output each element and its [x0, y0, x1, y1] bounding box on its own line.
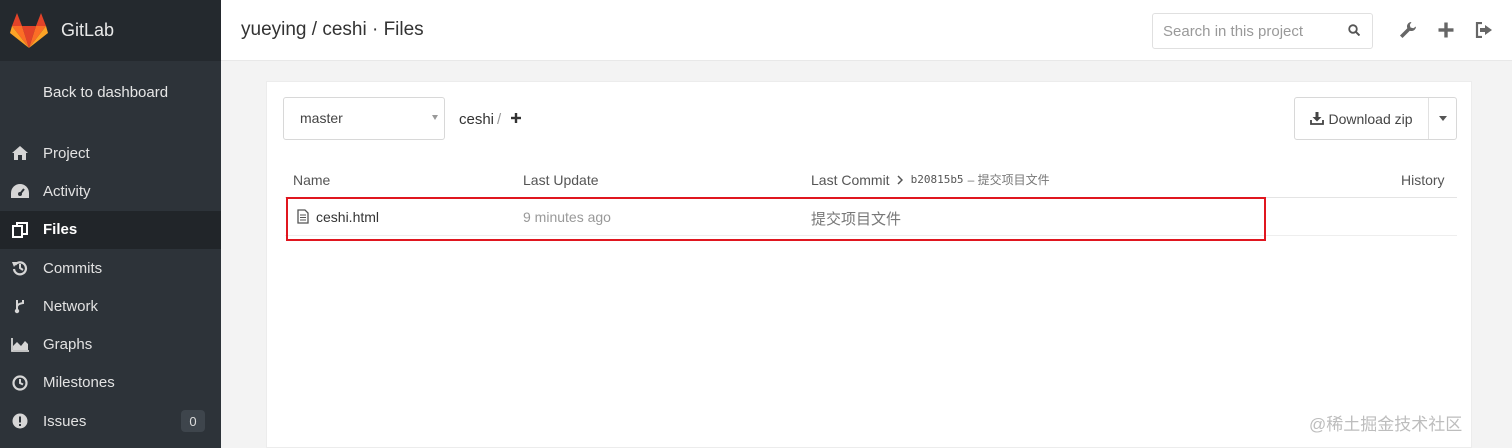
chevron-right-icon — [897, 174, 903, 185]
highlight-box — [286, 197, 1266, 241]
download-icon — [1310, 112, 1325, 125]
back-to-dashboard-link[interactable]: Back to dashboard — [43, 84, 168, 101]
search-icon[interactable] — [1348, 24, 1360, 36]
history-icon — [11, 259, 29, 277]
download-zip-label: Download zip — [1328, 110, 1413, 127]
branch-select-value: master — [300, 110, 343, 126]
last-commit-hash-link[interactable]: b20815b5 — [911, 173, 964, 186]
sidebar-item-label: Milestones — [43, 374, 115, 392]
sidebar-item-milestones[interactable]: Milestones — [0, 364, 221, 402]
sidebar-item-label: Files — [43, 221, 78, 239]
last-commit-message: – 提交项目文件 — [967, 173, 1050, 187]
column-header-history[interactable]: History — [1401, 172, 1445, 188]
copy-files-icon — [11, 221, 29, 239]
sidebar-item-network[interactable]: Network — [0, 287, 221, 325]
wrench-settings-icon[interactable] — [1398, 20, 1418, 40]
exclamation-circle-icon — [11, 412, 29, 430]
column-header-name: Name — [293, 172, 331, 188]
search-box — [1152, 13, 1373, 49]
breadcrumb-separator: / — [497, 111, 502, 128]
clock-icon — [11, 374, 29, 392]
caret-down-icon — [1439, 116, 1447, 121]
gitlab-logo-icon — [10, 12, 48, 48]
sidebar-item-label: Issues — [43, 412, 87, 430]
page-title: yueying / ceshi · Files — [241, 19, 424, 40]
brand-name: GitLab — [61, 20, 115, 40]
area-chart-icon — [11, 336, 29, 354]
home-icon — [11, 144, 29, 162]
column-header-last-update: Last Update — [523, 172, 599, 188]
issues-count-badge: 0 — [181, 410, 205, 433]
sidebar-item-label: Network — [43, 297, 99, 315]
last-commit-label: Last Commit — [811, 171, 890, 188]
sidebar-item-graphs[interactable]: Graphs — [0, 325, 221, 363]
column-header-last-commit: Last Commit b20815b5 – 提交项目文件 — [811, 171, 1050, 188]
download-dropdown-toggle[interactable] — [1429, 98, 1456, 139]
download-button-group: Download zip — [1294, 97, 1457, 140]
watermark: @稀土掘金技术社区 — [1309, 415, 1463, 434]
sidebar-item-project[interactable]: Project — [0, 134, 221, 172]
files-panel: master ceshi / Download zip Name Last Up… — [266, 81, 1472, 448]
sidebar-item-label: Project — [43, 144, 90, 162]
breadcrumb-root[interactable]: ceshi — [459, 111, 494, 128]
branch-icon — [11, 297, 29, 315]
sidebar-item-commits[interactable]: Commits — [0, 249, 221, 287]
sidebar-item-label: Commits — [43, 259, 103, 277]
sidebar-item-activity[interactable]: Activity — [0, 172, 221, 210]
search-input[interactable] — [1153, 14, 1338, 48]
plus-new-icon[interactable] — [1436, 20, 1456, 40]
sidebar: GitLab Back to dashboard Project Activit… — [0, 0, 221, 448]
sign-out-icon[interactable] — [1474, 20, 1494, 40]
brand[interactable]: GitLab — [0, 0, 221, 61]
sidebar-item-issues[interactable]: Issues 0 — [0, 402, 221, 440]
branch-select[interactable]: master — [283, 97, 445, 140]
download-zip-button[interactable]: Download zip — [1295, 98, 1429, 139]
sidebar-item-label: Activity — [43, 182, 91, 200]
dashboard-icon — [11, 182, 29, 200]
sidebar-item-files[interactable]: Files — [0, 210, 221, 249]
sidebar-item-label: Graphs — [43, 336, 93, 354]
top-header: yueying / ceshi · Files — [221, 0, 1512, 61]
add-file-plus-icon[interactable] — [510, 111, 522, 125]
sidebar-nav: Project Activity Files Commits Network G… — [0, 134, 221, 440]
caret-down-icon — [432, 115, 438, 120]
